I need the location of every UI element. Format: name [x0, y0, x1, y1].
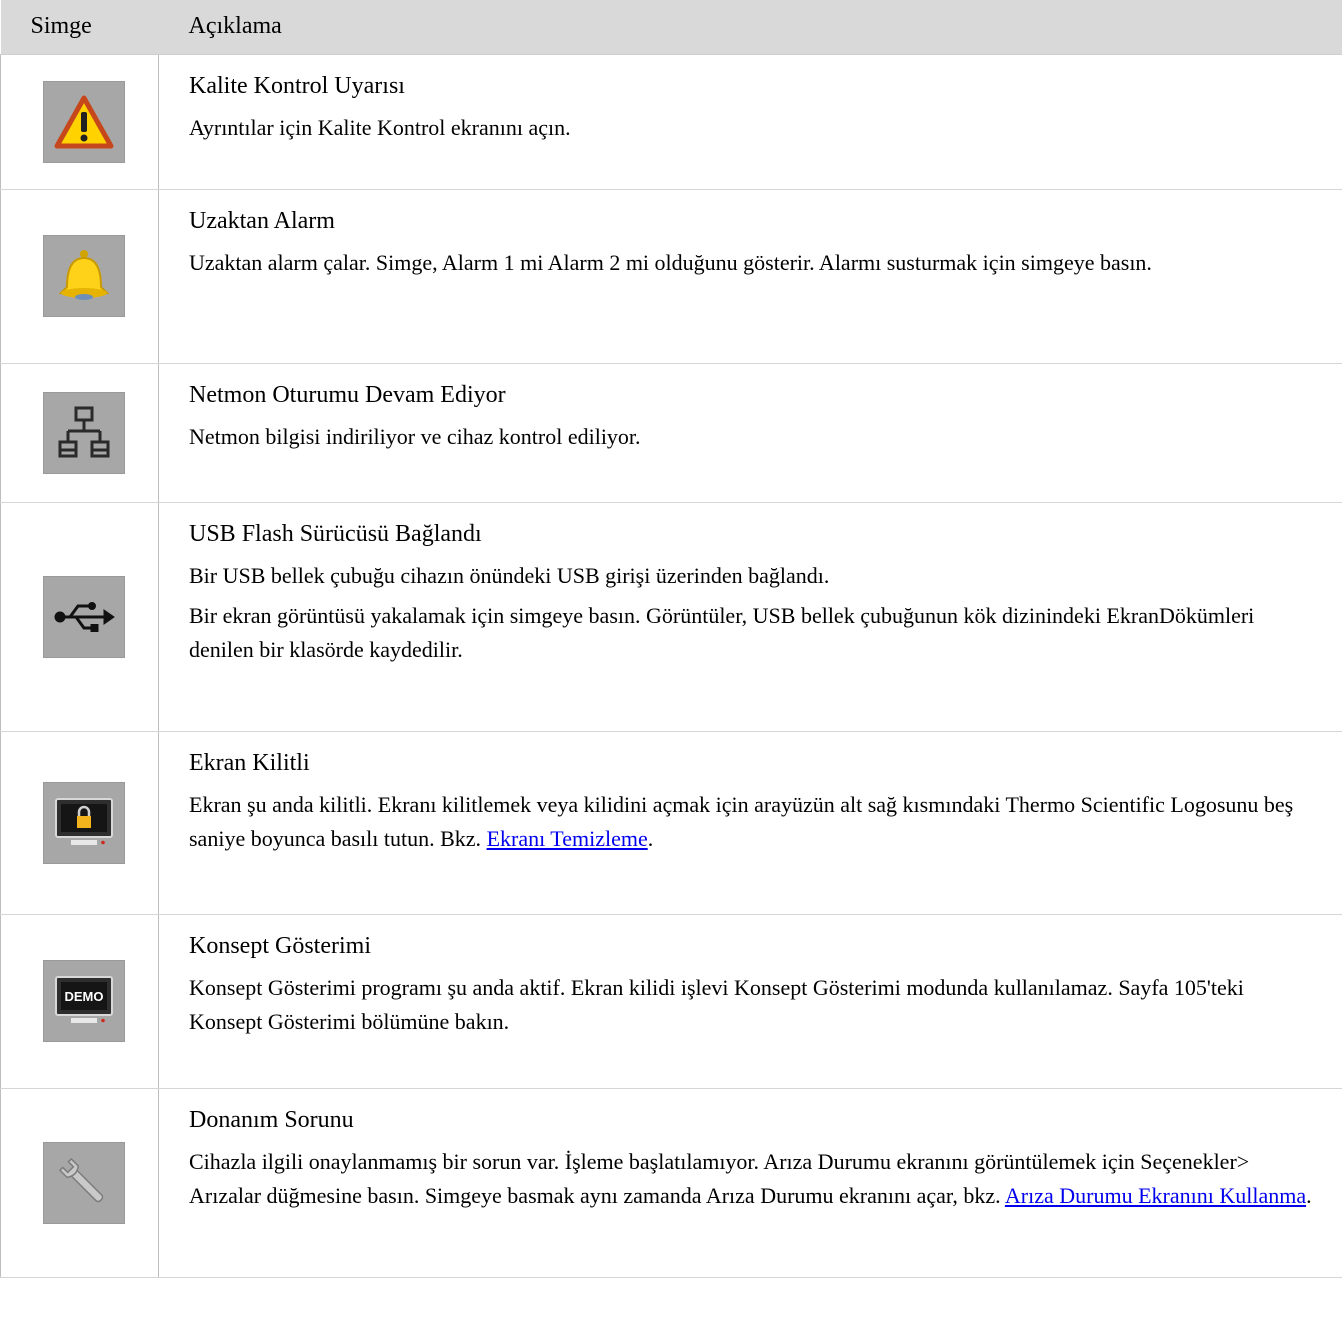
row-text-part: .: [1306, 1182, 1312, 1208]
icon-description-table: Simge Açıklama Kalite Kontrol Uyarısı Ay…: [0, 0, 1342, 1278]
row-title: USB Flash Sürücüsü Bağlandı: [189, 520, 482, 547]
link-ekrani-temizleme[interactable]: Ekranı Temizleme: [487, 826, 648, 851]
row-text: Bir USB bellek çubuğu cihazın önündeki U…: [189, 562, 830, 588]
wrench-icon: [43, 1141, 125, 1224]
screen-lock-icon: [43, 781, 125, 864]
table-row: Netmon Oturumu Devam Ediyor Netmon bilgi…: [0, 363, 1342, 503]
usb-icon: [43, 575, 125, 658]
row-text: Bir ekran görüntüsü yakalamak için simge…: [189, 602, 1255, 662]
demo-icon: DEMO: [43, 960, 125, 1042]
link-ariza-durumu-ekrani[interactable]: Arıza Durumu Ekranını Kullanma: [1005, 1183, 1306, 1208]
warning-triangle-icon: [43, 80, 125, 163]
row-text: Konsept Gösterimi programı şu anda aktif…: [189, 974, 1244, 1034]
row-title: Konsept Gösterimi: [189, 932, 371, 959]
row-title: Ekran Kilitli: [189, 749, 310, 776]
table-row: USB Flash Sürücüsü Bağlandı Bir USB bell…: [0, 502, 1342, 732]
table-row: Kalite Kontrol Uyarısı Ayrıntılar için K…: [0, 54, 1342, 190]
table-row: DEMO Konsept Gösterimi Konsept Gösterimi…: [0, 914, 1342, 1089]
row-title: Uzaktan Alarm: [189, 207, 335, 234]
row-text-part: Ekran şu anda kilitli. Ekranı kilitlemek…: [189, 791, 1294, 851]
row-text: Netmon bilgisi indiriliyor ve cihaz kont…: [189, 423, 641, 449]
header-description-column: Açıklama: [158, 0, 1342, 55]
row-text: Uzaktan alarm çalar. Simge, Alarm 1 mi A…: [189, 249, 1152, 275]
bell-icon: [43, 235, 125, 317]
table-header-row: Simge Açıklama: [0, 0, 1342, 55]
row-text: Ayrıntılar için Kalite Kontrol ekranını …: [189, 114, 571, 140]
header-icon-column: Simge: [0, 0, 159, 55]
table-row: Ekran Kilitli Ekran şu anda kilitli. Ekr…: [0, 731, 1342, 915]
row-text: Ekran şu anda kilitli. Ekranı kilitlemek…: [189, 788, 1323, 856]
row-title: Kalite Kontrol Uyarısı: [189, 72, 405, 99]
row-text: Cihazla ilgili onaylanmamış bir sorun va…: [189, 1145, 1323, 1213]
row-text-part: .: [647, 825, 654, 851]
demo-label: DEMO: [65, 989, 104, 1004]
row-title: Netmon Oturumu Devam Ediyor: [189, 381, 506, 408]
table-row: Donanım Sorunu Cihazla ilgili onaylanmam…: [0, 1088, 1342, 1278]
table-row: Uzaktan Alarm Uzaktan alarm çalar. Simge…: [0, 189, 1342, 364]
row-title: Donanım Sorunu: [189, 1106, 354, 1133]
network-icon: [43, 391, 125, 474]
